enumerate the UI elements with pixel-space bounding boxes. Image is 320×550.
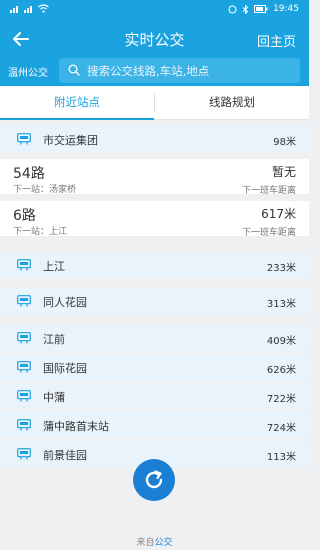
signal-icon (10, 4, 20, 13)
tab-nearby-stops[interactable]: 附近站点 (0, 86, 154, 120)
footer-brand: 公交 (154, 538, 173, 548)
bus-stop-icon (17, 419, 31, 431)
stop-distance: 233米 (266, 263, 296, 274)
stop-row-expanded[interactable]: 市交运集团 98米 (0, 126, 309, 152)
status-bar: 19:45 (0, 0, 309, 22)
search-icon (68, 64, 80, 76)
status-bar-right: 19:45 (228, 4, 299, 14)
stop-distance: 98米 (273, 137, 296, 148)
stop-name: 市交运集团 (43, 134, 98, 147)
stop-distance: 724米 (266, 423, 296, 434)
bus-stop-icon (17, 332, 31, 344)
bus-stop-icon (17, 448, 31, 460)
search-input[interactable] (87, 58, 292, 83)
tab-bar: 附近站点 线路规划 (0, 86, 309, 120)
signal-icon (24, 4, 34, 13)
city-selector[interactable]: 温州公交 (8, 64, 48, 79)
stop-row[interactable]: 中蒲 722米 (0, 383, 309, 409)
route-eta-label: 下一班车距离 (241, 228, 296, 238)
stop-distance: 722米 (266, 394, 296, 405)
route-eta: 暂无 (271, 165, 296, 179)
route-row[interactable]: 6路 下一站：上江 617米 下一班车距离 (0, 201, 309, 238)
refresh-button[interactable] (133, 459, 175, 501)
stop-row[interactable]: 江前 409米 (0, 325, 309, 351)
stop-row[interactable]: 蒲中路首末站 724米 (0, 412, 309, 438)
stop-row[interactable]: 同人花园 313米 (0, 288, 309, 314)
stop-distance: 313米 (266, 299, 296, 310)
route-eta-label: 下一班车距离 (241, 186, 296, 196)
refresh-icon (145, 470, 163, 489)
route-eta: 617米 (261, 207, 296, 221)
status-bar-left (10, 4, 49, 13)
wifi-icon (38, 4, 49, 13)
route-name: 54路 (13, 166, 45, 182)
footer-text: 来自公交 (0, 535, 309, 548)
stop-row[interactable]: 上江 233米 (0, 252, 309, 278)
stop-row[interactable]: 国际花园 626米 (0, 354, 309, 380)
route-row[interactable]: 54路 下一站：汤家桥 暂无 下一班车距离 (0, 159, 309, 196)
route-name: 6路 (13, 208, 36, 224)
stop-name: 同人花园 (43, 296, 87, 309)
battery-icon (254, 5, 268, 13)
bus-stop-icon (17, 390, 31, 402)
stop-distance: 626米 (266, 365, 296, 376)
bluetooth-icon (242, 4, 249, 14)
bus-stop-icon (17, 361, 31, 373)
bus-stop-icon (17, 133, 31, 145)
stop-name: 上江 (43, 260, 65, 273)
bus-stop-icon (17, 295, 31, 307)
bus-stop-icon (17, 259, 31, 271)
home-button[interactable]: 回主页 (257, 31, 296, 50)
tab-route-planning[interactable]: 线路规划 (155, 86, 309, 120)
alarm-icon (228, 5, 237, 13)
stop-name: 江前 (43, 333, 65, 346)
stop-name: 国际花园 (43, 362, 87, 375)
footer-prefix: 来自 (136, 538, 155, 548)
route-next-stop: 下一站：汤家桥 (13, 185, 77, 195)
search-bar: 温州公交 (0, 56, 309, 86)
stop-name: 蒲中路首末站 (43, 420, 109, 433)
stop-distance: 409米 (266, 336, 296, 347)
app-header: 实时公交 回主页 (0, 22, 309, 56)
stop-name: 前景佳园 (43, 449, 87, 462)
stop-distance: 113米 (266, 452, 296, 463)
search-box[interactable] (59, 58, 300, 83)
status-time: 19:45 (273, 4, 299, 14)
route-next-stop: 下一站：上江 (13, 227, 68, 237)
stop-name: 中蒲 (43, 391, 65, 404)
